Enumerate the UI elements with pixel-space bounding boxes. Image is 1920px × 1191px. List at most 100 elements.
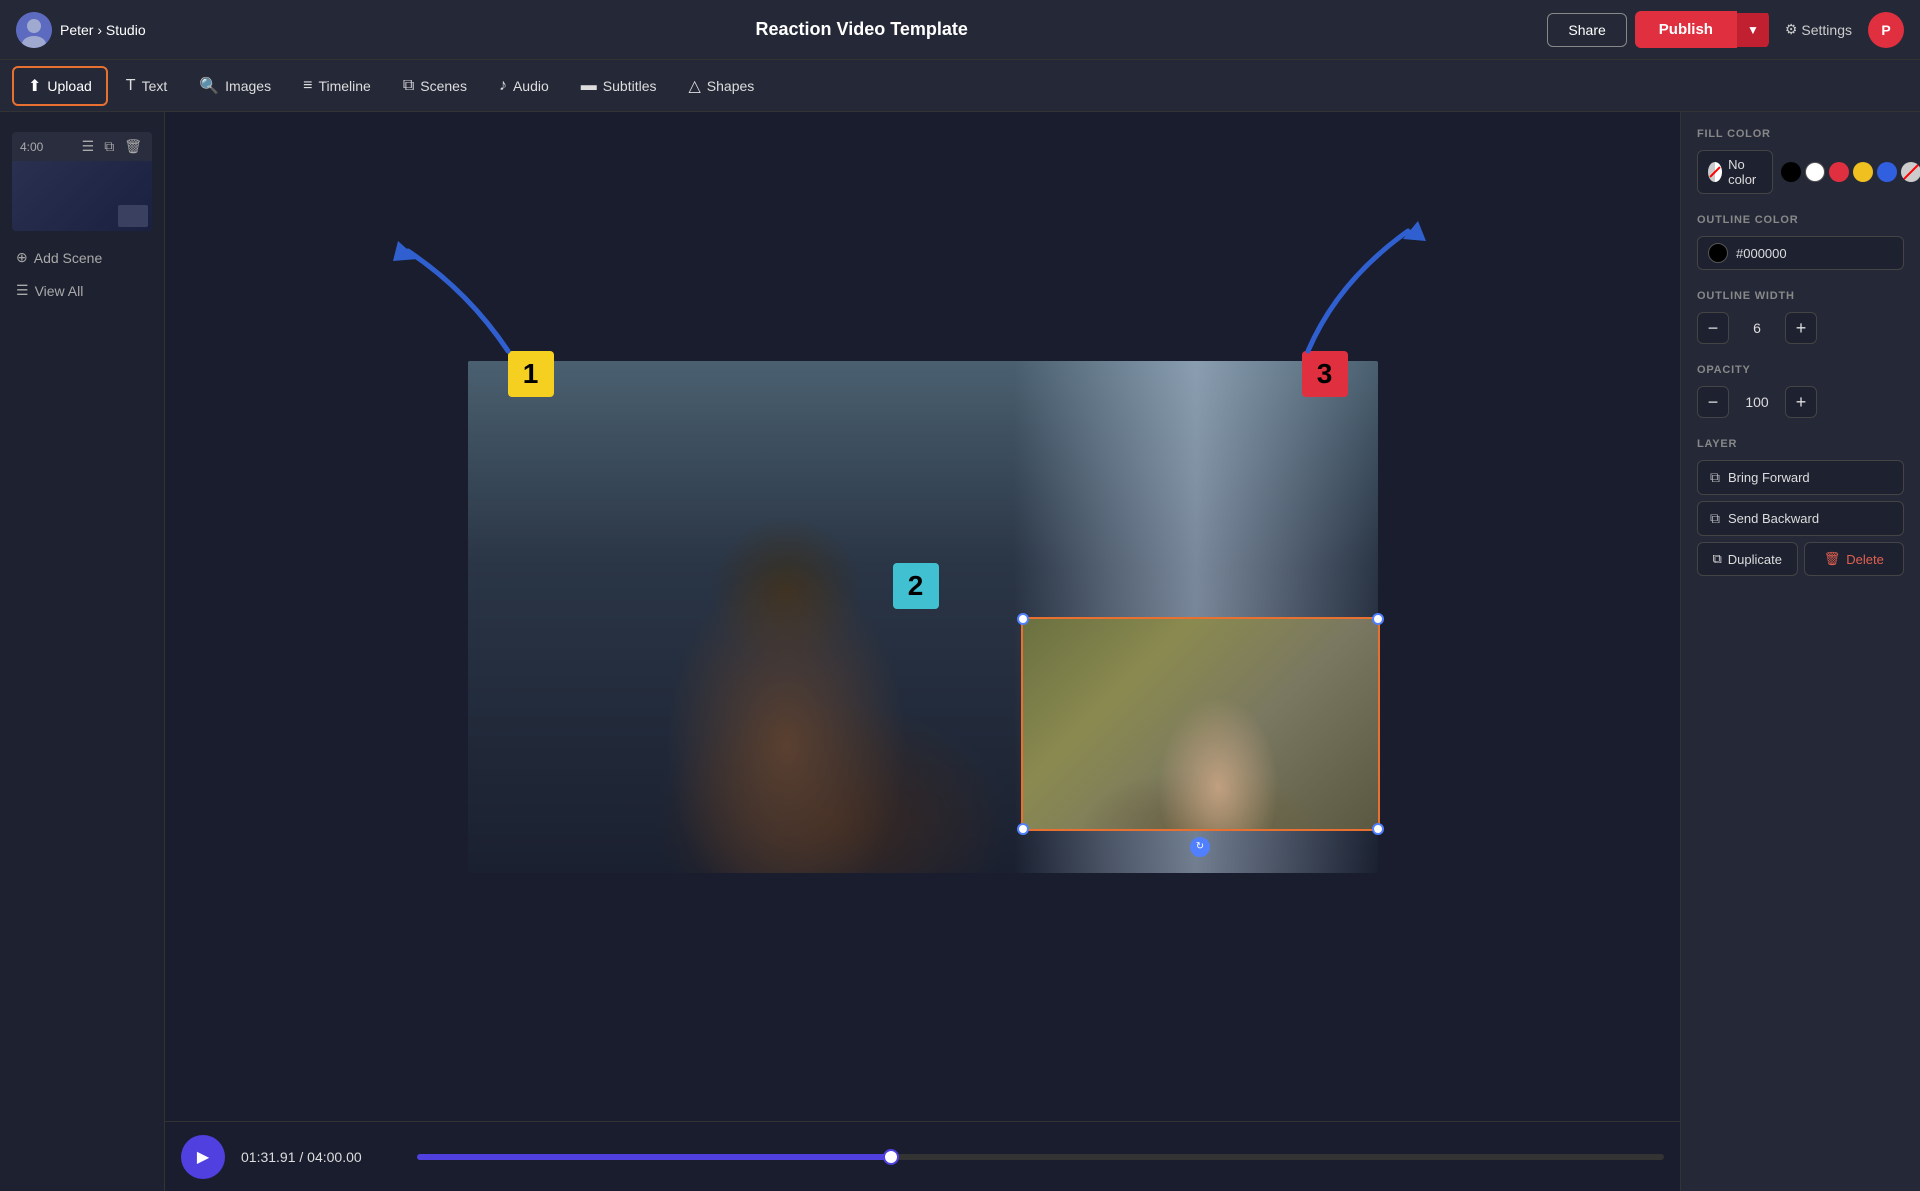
text-label: Text — [142, 78, 168, 94]
publish-dropdown-button[interactable]: ▼ — [1737, 13, 1769, 47]
right-panel: FILL COLOR No color OUTLINE COLOR — [1680, 112, 1920, 1191]
badge-2-label: 2 — [908, 570, 924, 602]
audio-label: Audio — [513, 78, 549, 94]
scene-small-thumb — [118, 205, 148, 227]
handle-bottom-left[interactable] — [1017, 823, 1029, 835]
annotation-badge-1: 1 — [508, 351, 554, 397]
opacity-decrease[interactable]: − — [1697, 386, 1729, 418]
scene-menu-button[interactable]: ☰ — [80, 136, 97, 157]
outline-width-value: 6 — [1737, 320, 1777, 336]
send-backward-icon: ⧉ — [1710, 510, 1720, 527]
delete-button[interactable]: 🗑 Delete — [1804, 542, 1905, 576]
layer-label: LAYER — [1697, 438, 1904, 450]
scene-time: 4:00 — [20, 140, 43, 154]
scene-copy-button[interactable]: ⧉ — [102, 136, 116, 157]
audio-button[interactable]: ♪ Audio — [485, 69, 563, 103]
arrow-1 — [348, 231, 548, 361]
upload-button[interactable]: ⬆ Upload — [12, 66, 108, 106]
share-button[interactable]: Share — [1547, 13, 1626, 47]
annotation-badge-2: 2 — [893, 563, 939, 609]
timeline-area: ▶ 01:31.91 / 04:00.00 — [165, 1121, 1680, 1191]
swatch-yellow[interactable] — [1853, 162, 1873, 182]
shapes-button[interactable]: △ Shapes — [674, 68, 768, 104]
badge-1-label: 1 — [523, 358, 539, 390]
handle-rotate[interactable]: ↻ — [1190, 837, 1210, 857]
swatch-black[interactable] — [1781, 162, 1801, 182]
project-title: Reaction Video Template — [756, 19, 968, 39]
delete-icon: 🗑 — [1824, 551, 1841, 567]
shapes-label: Shapes — [707, 78, 754, 94]
settings-link[interactable]: ⚙ Settings — [1785, 21, 1852, 38]
sidebar-left: 4:00 ☰ ⧉ 🗑 ⊕ Add Scene ☰ View All — [0, 112, 165, 1191]
user-name[interactable]: Peter — [60, 22, 93, 38]
add-scene-button[interactable]: ⊕ Add Scene — [0, 239, 164, 276]
handle-top-right[interactable] — [1372, 613, 1384, 625]
outline-color-value: #000000 — [1736, 246, 1787, 261]
swatch-blue[interactable] — [1877, 162, 1897, 182]
breadcrumb-separator: › — [97, 22, 102, 38]
color-swatches — [1781, 162, 1920, 182]
upload-icon: ⬆ — [28, 76, 41, 96]
play-button[interactable]: ▶ — [181, 1135, 225, 1179]
upload-label: Upload — [47, 78, 91, 94]
outline-color-label: OUTLINE COLOR — [1697, 214, 1904, 226]
scene-delete-button[interactable]: 🗑 — [122, 136, 144, 157]
canvas-container: ↻ 2 1 3 — [165, 112, 1680, 1121]
breadcrumb: Peter › Studio — [60, 22, 146, 38]
bring-forward-button[interactable]: ⧉ Bring Forward — [1697, 460, 1904, 495]
scene-thumbnail: 4:00 ☰ ⧉ 🗑 — [12, 132, 152, 231]
send-backward-label: Send Backward — [1728, 511, 1819, 526]
view-all-label: View All — [35, 283, 84, 299]
add-scene-icon: ⊕ — [16, 249, 28, 266]
scenes-button[interactable]: ⧉ Scenes — [389, 69, 481, 103]
layer-section: LAYER ⧉ Bring Forward ⧉ Send Backward ⧉ … — [1697, 438, 1904, 576]
progress-fill — [417, 1154, 891, 1160]
time-display: 01:31.91 / 04:00.00 — [241, 1149, 401, 1165]
outline-width-decrease[interactable]: − — [1697, 312, 1729, 344]
opacity-value: 100 — [1737, 394, 1777, 410]
video-canvas: ↻ 2 1 3 — [468, 361, 1378, 873]
settings-label: Settings — [1801, 22, 1852, 38]
user-avatar-button[interactable]: P — [1868, 12, 1904, 48]
annotation-badge-3: 3 — [1302, 351, 1348, 397]
images-button[interactable]: 🔍 Images — [185, 68, 285, 104]
scene-item[interactable]: 4:00 ☰ ⧉ 🗑 — [0, 124, 164, 239]
outline-width-increase[interactable]: + — [1785, 312, 1817, 344]
send-backward-button[interactable]: ⧉ Send Backward — [1697, 501, 1904, 536]
swatch-white[interactable] — [1805, 162, 1825, 182]
swatch-red[interactable] — [1829, 162, 1849, 182]
scene-thumb-header: 4:00 ☰ ⧉ 🗑 — [12, 132, 152, 161]
progress-bar[interactable] — [417, 1154, 1664, 1160]
duplicate-button[interactable]: ⧉ Duplicate — [1697, 542, 1798, 576]
avatar[interactable] — [16, 12, 52, 48]
fill-color-row: No color — [1697, 150, 1904, 194]
opacity-section: OPACITY − 100 + — [1697, 364, 1904, 418]
scene-thumb-inner — [12, 161, 152, 231]
text-button[interactable]: T Text — [112, 69, 181, 103]
outline-color-button[interactable]: #000000 — [1697, 236, 1904, 270]
time-separator: / — [299, 1149, 303, 1165]
timeline-button[interactable]: ≡ Timeline — [289, 69, 385, 103]
opacity-increase[interactable]: + — [1785, 386, 1817, 418]
timeline-icon: ≡ — [303, 77, 312, 95]
view-all-button[interactable]: ☰ View All — [0, 276, 164, 305]
overlay-video-container[interactable]: ↻ 2 — [1023, 619, 1378, 829]
swatch-none[interactable] — [1901, 162, 1920, 182]
play-icon: ▶ — [197, 1147, 209, 1167]
handle-bottom-right[interactable] — [1372, 823, 1384, 835]
publish-button[interactable]: Publish — [1635, 11, 1737, 48]
subtitles-label: Subtitles — [603, 78, 657, 94]
subtitles-icon: ▬ — [581, 77, 597, 95]
no-color-button[interactable]: No color — [1697, 150, 1773, 194]
timeline-label: Timeline — [318, 78, 370, 94]
no-color-icon — [1708, 162, 1722, 182]
overlay-video — [1023, 619, 1378, 829]
add-scene-label: Add Scene — [34, 250, 103, 266]
progress-handle[interactable] — [883, 1149, 899, 1165]
audio-icon: ♪ — [499, 77, 507, 95]
total-time: 04:00.00 — [307, 1149, 362, 1165]
subtitles-button[interactable]: ▬ Subtitles — [567, 69, 671, 103]
workspace-name[interactable]: Studio — [106, 22, 146, 38]
handle-top-left[interactable] — [1017, 613, 1029, 625]
outline-color-section: OUTLINE COLOR #000000 — [1697, 214, 1904, 270]
